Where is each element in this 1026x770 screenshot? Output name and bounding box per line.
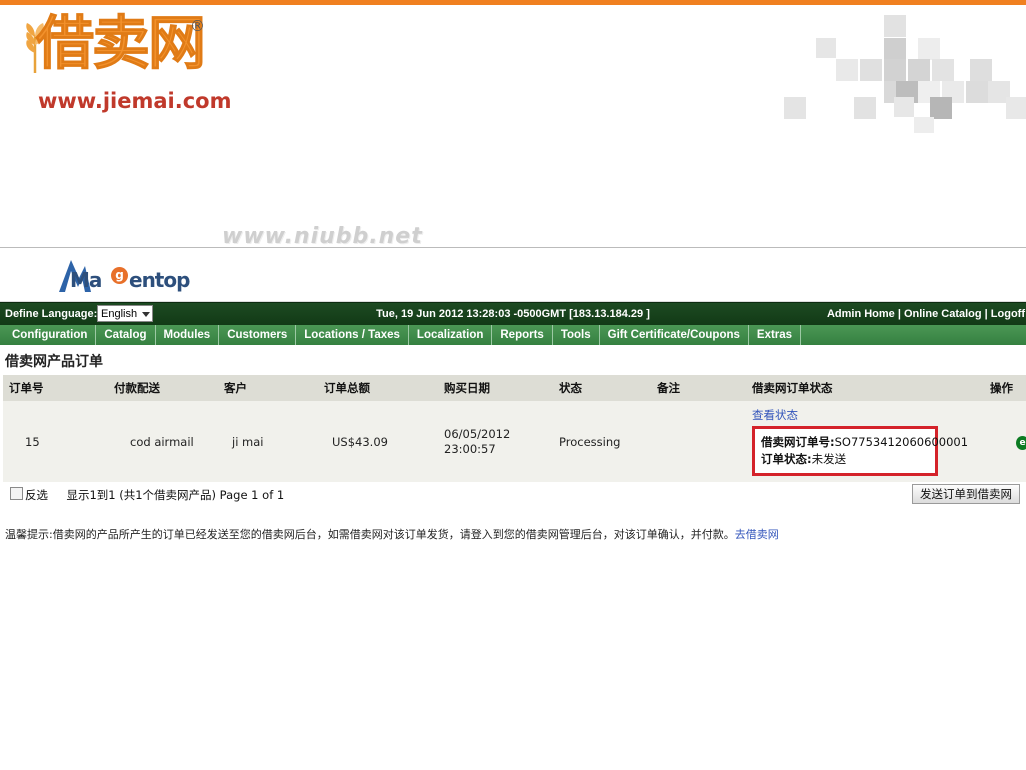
nav-item-locations-taxes[interactable]: Locations / Taxes [296,325,409,345]
admin-top-bar: Define Language: English Tue, 19 Jun 201… [0,302,1026,325]
col-header-purchase-date: 购买日期 [438,375,553,401]
cell-note [651,401,746,483]
cell-order-id: 15 [3,401,108,483]
cell-purchase-date: 06/05/2012 23:00:57 [438,401,553,483]
account-links-text[interactable]: Admin Home | Online Catalog | Logoff [827,308,1025,320]
jm-order-number-line: 借卖网订单号:SO7753412060600001 [761,434,968,451]
col-header-note: 备注 [651,375,746,401]
cell-action: e [984,401,1026,483]
orders-table: 订单号 付款配送 客户 订单总额 购买日期 状态 备注 借卖网订单状态 操作 1… [3,375,1026,483]
cell-status: Processing [553,401,651,483]
col-header-status: 状态 [553,375,651,401]
send-orders-button[interactable]: 发送订单到借卖网 [912,484,1020,505]
nav-item-modules[interactable]: Modules [156,325,220,345]
col-header-jm-order-status: 借卖网订单状态 [746,375,984,401]
col-header-order-total: 订单总额 [318,375,438,401]
invert-selection-label: 反选 [25,488,48,503]
nav-item-customers[interactable]: Customers [219,325,297,345]
cell-customer: ji mai [218,401,318,483]
site-banner: 借卖网 ® www.jiemai.com [0,5,1026,230]
nav-item-tools[interactable]: Tools [553,325,600,345]
purchase-time: 23:00:57 [444,441,496,456]
footer-notice-text: 温馨提示:借卖网的产品所产生的订单已经发送至您的借卖网后台，如需借卖网对该订单发… [5,528,735,542]
blank-area [0,550,1026,770]
magentop-suffix: entop [129,268,190,292]
admin-nav[interactable]: Configuration Catalog Modules Customers Loca… [0,325,1026,345]
site-logo[interactable]: 借卖网 ® www.jiemai.com [18,9,238,123]
admin-brand-bar: Ma g entop [0,248,1026,302]
col-header-order-id: 订单号 [3,375,108,401]
result-count-text: 显示1到1 (共1个借卖网产品) Page 1 of 1 [66,488,285,503]
jm-order-number-value: SO7753412060600001 [834,435,969,449]
cell-shipping: cod airmail [108,401,218,483]
nav-item-catalog[interactable]: Catalog [96,325,156,345]
table-row[interactable]: 15 cod airmail ji mai US$43.09 06/05/201… [3,401,1026,483]
col-header-action: 操作 [984,375,1026,401]
nav-item-configuration[interactable]: Configuration [6,325,97,345]
admin-panel: Ma g entop Define Language: English Tue,… [0,247,1026,553]
registered-mark-icon: ® [190,17,205,35]
table-header-row: 订单号 付款配送 客户 订单总额 购买日期 状态 备注 借卖网订单状态 操作 [3,375,1026,401]
logo-url: www.jiemai.com [38,89,232,113]
view-status-link[interactable]: 查看状态 [752,407,798,423]
jm-order-number-label: 借卖网订单号: [761,435,835,449]
footer-notice: 温馨提示:借卖网的产品所产生的订单已经发送至您的借卖网后台，如需借卖网对该订单发… [0,526,1026,542]
nav-item-reports[interactable]: Reports [492,325,553,345]
col-header-customer: 客户 [218,375,318,401]
account-links[interactable]: Admin Home | Online Catalog | Logoff [827,308,1025,320]
page-title: 借卖网产品订单 [5,354,103,370]
magentop-logo[interactable]: Ma g entop [55,254,255,296]
invert-selection-checkbox[interactable] [10,487,23,501]
decorative-mosaic [756,5,1026,133]
col-header-shipping: 付款配送 [108,375,218,401]
jm-order-state-line: 订单状态:未发送 [761,451,929,468]
nav-item-gift-certificate-coupons[interactable]: Gift Certificate/Coupons [600,325,749,345]
magentop-mark-icon: g [111,267,128,284]
jm-order-state-label: 订单状态: [761,451,812,466]
table-controls: 反选 显示1到1 (共1个借卖网产品) Page 1 of 1 发送订单到借卖网 [0,484,1026,512]
jm-order-state-value: 未发送 [811,451,847,466]
jm-status-box: 借卖网订单号:SO7753412060600001 订单状态:未发送 [752,426,968,477]
image-watermark: www.niubb.net [222,224,423,249]
nav-item-localization[interactable]: Localization [409,325,493,345]
page-content: 借卖网产品订单 订单号 付款配送 客户 订单总额 购买日期 状态 备注 借卖网订… [0,345,1026,553]
cell-jm-order-status: 查看状态 借卖网订单号:SO7753412060600001 订单状态:未发送 [746,401,984,483]
cell-order-total: US$43.09 [318,401,438,483]
magentop-name: Ma [70,268,102,292]
purchase-date: 06/05/2012 [444,426,511,441]
payment-icon[interactable]: e [1016,435,1026,450]
nav-item-extras[interactable]: Extras [749,325,802,345]
logo-wordmark: 借卖网 [35,9,206,77]
go-to-jiemai-link[interactable]: 去借卖网 [735,528,779,541]
